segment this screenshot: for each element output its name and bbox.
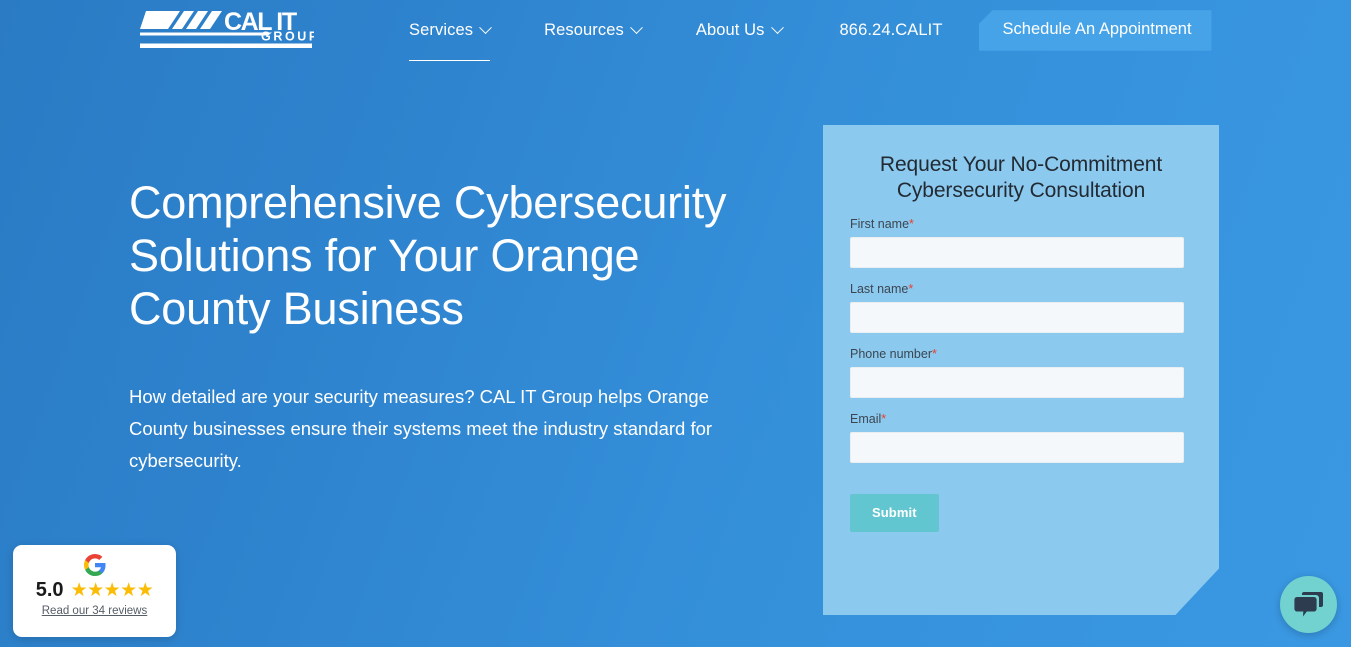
chevron-down-icon [479, 21, 492, 35]
cal-it-group-logo-icon: CAL IT GROUP [140, 9, 314, 48]
site-logo[interactable]: CAL IT GROUP [140, 9, 314, 52]
chat-widget-button[interactable] [1280, 576, 1337, 633]
chevron-down-icon [770, 21, 784, 35]
rating-row: 5.0 ★★★★★ [13, 580, 176, 600]
required-asterisk: * [908, 282, 914, 296]
field-last-name: Last name* [850, 281, 1192, 333]
nav-item-services[interactable]: Services [409, 0, 492, 61]
email-label: Email* [850, 411, 1192, 427]
google-logo-icon [83, 554, 106, 576]
nav-item-services-label: Services [409, 21, 474, 39]
chat-bubbles-icon [1293, 592, 1323, 617]
submit-button[interactable]: Submit [850, 494, 939, 532]
hero-subtitle: How detailed are your security measures?… [129, 386, 713, 471]
first-name-input[interactable] [850, 237, 1184, 268]
nav-item-about-us-label: About Us [695, 21, 765, 39]
hero-section: Comprehensive Cybersecurity Solutions fo… [129, 176, 749, 477]
site-header: CAL IT GROUP Services Resources About Us… [0, 0, 1351, 61]
nav-item-resources-label: Resources [544, 21, 624, 39]
field-first-name: First name* [850, 216, 1192, 268]
field-email: Email* [850, 411, 1192, 463]
chevron-down-icon [629, 21, 643, 35]
required-asterisk: * [932, 347, 937, 361]
last-name-label-text: Last name [850, 282, 909, 296]
consultation-form-card: Request Your No-Commitment Cybersecurity… [823, 125, 1219, 615]
phone-number-label: Phone number* [850, 346, 1192, 362]
last-name-label: Last name* [850, 281, 1192, 297]
read-reviews-link[interactable]: Read our 34 reviews [42, 605, 147, 617]
schedule-appointment-button[interactable]: Schedule An Appointment [978, 10, 1212, 51]
required-asterisk: * [881, 412, 887, 426]
first-name-label-text: First name [850, 217, 910, 231]
last-name-input[interactable] [850, 302, 1184, 333]
main-navigation: Services Resources About Us 866.24.CALIT… [409, 0, 1212, 61]
email-input[interactable] [850, 432, 1184, 463]
google-review-badge: 5.0 ★★★★★ Read our 34 reviews [13, 545, 176, 637]
phone-number-input[interactable] [850, 367, 1184, 398]
phone-number-label-text: Phone number [850, 347, 933, 361]
required-asterisk: * [909, 217, 914, 231]
nav-item-about-us[interactable]: About Us [695, 0, 784, 61]
svg-text:GROUP: GROUP [261, 30, 314, 44]
field-phone-number: Phone number* [850, 346, 1192, 398]
first-name-label: First name* [850, 216, 1192, 232]
rating-value: 5.0 [35, 579, 64, 601]
star-rating-icon: ★★★★★ [70, 579, 154, 601]
nav-item-resources[interactable]: Resources [544, 0, 643, 61]
email-label-text: Email [850, 412, 882, 426]
header-phone-link[interactable]: 866.24.CALIT [840, 0, 943, 61]
page-title: Comprehensive Cybersecurity Solutions fo… [129, 177, 727, 334]
form-body: First name* Last name* Phone number* Ema… [823, 204, 1219, 532]
form-title: Request Your No-Commitment Cybersecurity… [879, 153, 1163, 202]
